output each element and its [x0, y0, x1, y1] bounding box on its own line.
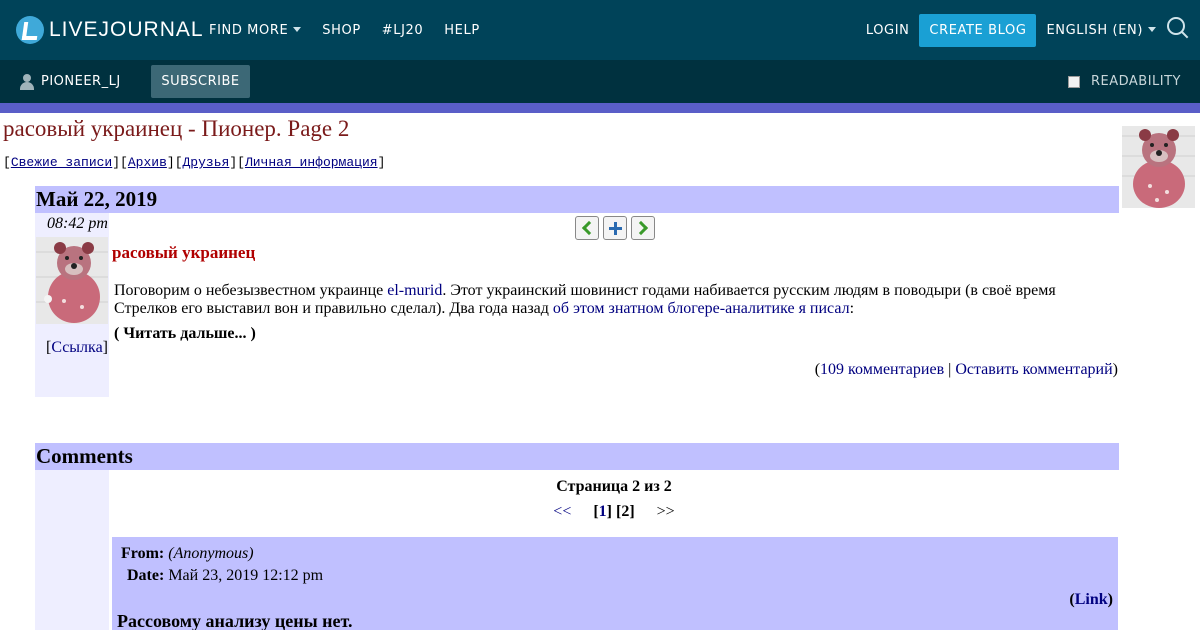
bracket: ]	[377, 155, 386, 170]
pager-current-page: [2]	[616, 503, 635, 520]
paren: (	[114, 325, 124, 342]
bracket: [	[174, 155, 183, 170]
livejournal-logo-icon	[16, 16, 44, 44]
logo-text: LIVEJOURNAL	[49, 18, 204, 41]
recent-entries-link[interactable]: Свежие записи	[11, 155, 112, 170]
bracket: [	[3, 155, 11, 170]
comment-author: (Anonymous)	[168, 545, 254, 562]
pagination: << [1] [2] >>	[553, 503, 675, 520]
leave-comment-link[interactable]: Оставить комментарий	[955, 361, 1112, 378]
login-link[interactable]: LOGIN	[866, 23, 910, 38]
read-more: ( Читать дальше... )	[114, 325, 256, 343]
readability-toggle[interactable]: READABILITY	[1067, 60, 1181, 103]
top-navigation-bar: LIVEJOURNAL FIND MORE SHOP #LJ20 HELP LO…	[0, 0, 1200, 60]
subscribe-button[interactable]: SUBSCRIBE	[151, 65, 250, 98]
readability-checkbox[interactable]	[1067, 75, 1080, 88]
entry-inline-link[interactable]: об этом знатном блогере-аналитике я писа…	[553, 300, 850, 317]
page-title: расовый украинец - Пионер. Page 2	[3, 116, 350, 141]
livejournal-logo[interactable]: LIVEJOURNAL	[16, 15, 204, 45]
bracket: ]	[112, 155, 121, 170]
entry-permalink: [Ссылка]	[46, 339, 108, 356]
pager-prev-link[interactable]: <<	[553, 503, 571, 520]
nav-help[interactable]: HELP	[444, 23, 479, 38]
journal-nav-links: [Свежие записи][Архив][Друзья][Личная ин…	[3, 155, 385, 170]
date-label: Date:	[127, 567, 165, 584]
comment-date-value: Май 23, 2019 12:12 pm	[168, 567, 324, 584]
comment-link-anchor[interactable]: Link	[1075, 591, 1108, 608]
bracket: [	[120, 155, 128, 170]
comment-date: Date: Май 23, 2019 12:12 pm	[127, 567, 323, 585]
entry-text: :	[849, 300, 855, 317]
chevron-down-icon	[293, 26, 302, 32]
read-more-link[interactable]: Читать дальше...	[123, 325, 246, 342]
nav-find-more-label: FIND MORE	[209, 22, 289, 38]
nav-lj20[interactable]: #LJ20	[382, 23, 424, 38]
next-entry-icon[interactable]	[631, 216, 655, 240]
nav-find-more[interactable]: FIND MORE	[209, 22, 302, 38]
search-icon[interactable]	[1166, 16, 1190, 40]
comment-subject: Рассовому анализу цены нет.	[117, 611, 353, 630]
readability-label: READABILITY	[1090, 74, 1181, 89]
add-to-memories-icon[interactable]	[603, 216, 627, 240]
entry-userpic	[36, 237, 108, 324]
permalink-link[interactable]: Ссылка	[51, 339, 102, 356]
entry-body: Поговорим о небезызвестном украинце el-m…	[114, 282, 1114, 318]
main-nav: FIND MORE SHOP #LJ20 HELP	[209, 0, 501, 60]
archive-link[interactable]: Архив	[128, 155, 167, 170]
bracket: [	[237, 155, 245, 170]
bracket: ]	[229, 155, 238, 170]
nav-shop[interactable]: SHOP	[322, 23, 361, 38]
paren: )	[246, 325, 256, 342]
journal-user[interactable]: PIONEER_LJ	[20, 60, 121, 103]
comment-link: (Link)	[1069, 591, 1113, 608]
comments-heading: Comments	[36, 444, 133, 468]
journal-userpic	[1122, 126, 1195, 208]
account-nav: LOGIN CREATE BLOG ENGLISH (EN)	[866, 0, 1200, 60]
header-divider	[0, 103, 1200, 113]
entry-comment-links: (109 комментариев | Оставить комментарий…	[814, 361, 1118, 378]
user-icon	[20, 73, 34, 90]
language-selector[interactable]: ENGLISH (EN)	[1046, 23, 1156, 38]
profile-info-link[interactable]: Личная информация	[245, 155, 378, 170]
language-label: ENGLISH (EN)	[1046, 22, 1143, 38]
entry-nav-buttons	[575, 216, 659, 240]
friends-link[interactable]: Друзья	[183, 155, 230, 170]
comment-from: From: (Anonymous)	[121, 545, 254, 563]
entry-date-bar	[35, 186, 1119, 213]
chevron-down-icon	[1148, 26, 1156, 32]
separator: |	[944, 361, 956, 378]
journal-bar: PIONEER_LJ SUBSCRIBE READABILITY	[0, 60, 1200, 103]
entry-subject: расовый украинец	[112, 243, 256, 262]
comments-sidebar	[35, 470, 109, 630]
pager-page-1-link[interactable]: 1	[599, 503, 607, 520]
from-label: From:	[121, 545, 165, 562]
comments-count-link[interactable]: 109 комментариев	[820, 361, 944, 378]
journal-username: PIONEER_LJ	[41, 74, 121, 89]
create-blog-button[interactable]: CREATE BLOG	[919, 13, 1037, 47]
bracket: ]	[166, 155, 175, 170]
comments-header-bar	[35, 443, 1119, 470]
entry-text: Поговорим о небезызвестном украинце	[114, 282, 388, 299]
user-link[interactable]: el-murid	[387, 282, 442, 299]
entry-date: Май 22, 2019	[36, 187, 158, 211]
entry-time: 08:42 pm	[47, 215, 108, 232]
previous-entry-icon[interactable]	[575, 216, 599, 240]
pager-next: >>	[656, 503, 675, 520]
page-indicator: Страница 2 из 2	[556, 478, 672, 495]
